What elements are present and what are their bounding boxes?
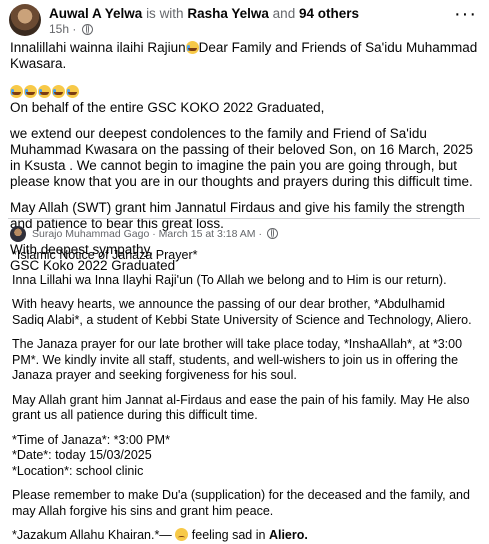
shared-line-1: *Islamic Notice of Janaza Prayer* [12,248,198,262]
and-text: and [272,6,296,21]
shared-time-line: *Time of Janaza*: *3:00 PM* [12,432,170,447]
facebook-post: Auwal A Yelwa is with Rasha Yelwa and 94… [0,0,489,542]
crying-face-emoji [10,85,23,98]
globe-icon [81,24,93,35]
more-options-button[interactable]: ··· [454,4,477,24]
shared-body: *Islamic Notice of Janaza Prayer* Inna L… [12,248,478,544]
author-avatar[interactable] [9,4,41,36]
crying-face-emoji [66,85,79,98]
shared-author-line: Surajo Muhammad Gago · March 15 at 3:18 … [32,227,278,241]
shared-timestamp[interactable]: March 15 at 3:18 AM [159,228,256,240]
shared-divider [8,218,480,219]
shared-line-5: May Allah grant him Jannat al-Firdaus an… [12,392,470,423]
sad-face-emoji [175,528,189,541]
crying-face-emoji [38,85,51,98]
tagged-others[interactable]: 94 others [299,6,359,21]
post-header: Auwal A Yelwa is with Rasha Yelwa and 94… [9,4,481,36]
shared-feeling-line: *Jazakum Allahu Khairan.*— feeling sad i… [12,528,308,542]
shared-location-line: *Location*: school clinic [12,463,144,478]
author-line: Auwal A Yelwa is with Rasha Yelwa and 94… [49,5,359,22]
post-meta: 15h · [49,22,93,36]
shared-line-4: The Janaza prayer for our late brother w… [12,337,463,382]
shared-author-avatar[interactable] [10,226,26,242]
shared-line-2: Inna Lillahi wa Inna Ilayhi Raji'un (To … [12,272,447,287]
shared-author-name[interactable]: Surajo Muhammad Gago [32,228,149,240]
emoji-row [10,84,480,100]
author-name[interactable]: Auwal A Yelwa [49,6,142,21]
crying-face-emoji [52,85,65,98]
crying-face-emoji [185,41,199,54]
post-line-1: Innalillahi wainna ilaihi Rajiun Dear Fam… [10,40,478,71]
with-text: is with [146,6,184,21]
post-paragraph-2: On behalf of the entire GSC KOKO 2022 Gr… [10,100,325,115]
crying-face-emoji [24,85,37,98]
shared-line-7: Please remember to make Du'a (supplicati… [12,488,470,518]
tagged-person[interactable]: Rasha Yelwa [187,6,269,21]
shared-date-line: *Date*: today 15/03/2025 [12,448,152,462]
globe-icon [266,228,278,239]
post-time[interactable]: 15h [49,22,69,36]
post-paragraph-3: we extend our deepest condolences to the… [10,126,474,189]
location-link[interactable]: Aliero. [269,528,308,542]
shared-line-3: With heavy hearts, we announce the passi… [12,297,472,327]
